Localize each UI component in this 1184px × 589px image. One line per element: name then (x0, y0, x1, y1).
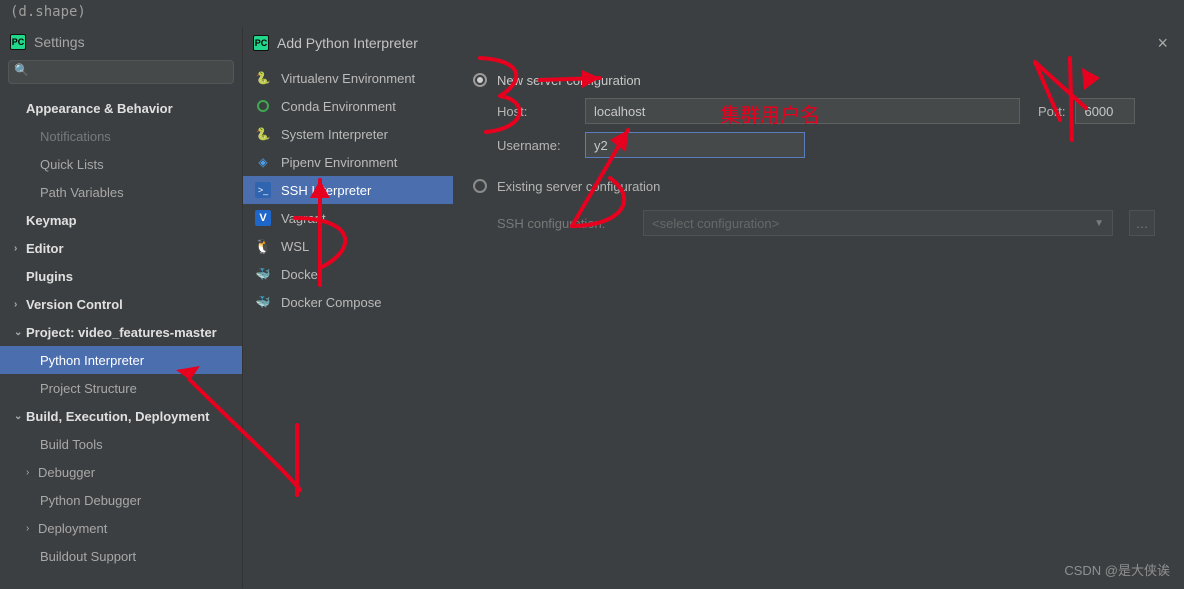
tree-notifications[interactable]: Notifications (0, 122, 242, 150)
tree-version-control[interactable]: ›Version Control (0, 290, 242, 318)
search-icon: 🔍 (14, 63, 29, 77)
pycharm-icon: PC (10, 34, 26, 50)
vagrant-icon: V (255, 210, 271, 226)
tree-path-variables[interactable]: Path Variables (0, 178, 242, 206)
radio-existing-server[interactable] (473, 179, 487, 193)
port-label: Port: (1038, 104, 1065, 119)
pycharm-icon: PC (253, 35, 269, 51)
editor-hint: (d.shape) (0, 0, 1184, 28)
interp-vagrant[interactable]: VVagrant (243, 204, 453, 232)
close-button[interactable]: × (1151, 33, 1174, 54)
ssh-config-select[interactable]: <select configuration> ▼ (643, 210, 1113, 236)
tree-build-tools[interactable]: Build Tools (0, 430, 242, 458)
ssh-interpreter-form: New server configuration Host: Port: Use… (453, 58, 1184, 588)
interp-docker[interactable]: 🐳Docker (243, 260, 453, 288)
host-label: Host: (497, 104, 575, 119)
tree-keymap[interactable]: Keymap (0, 206, 242, 234)
new-server-label: New server configuration (497, 73, 641, 88)
python-icon: 🐍 (255, 70, 271, 86)
username-input[interactable] (585, 132, 805, 158)
tree-buildout-support[interactable]: Buildout Support (0, 542, 242, 570)
interp-system[interactable]: 🐍System Interpreter (243, 120, 453, 148)
username-label: Username: (497, 138, 575, 153)
conda-icon (255, 98, 271, 114)
chevron-down-icon: ▼ (1094, 218, 1104, 229)
python-icon: 🐍 (255, 126, 271, 142)
docker-icon: 🐳 (255, 266, 271, 282)
tree-plugins[interactable]: Plugins (0, 262, 242, 290)
interp-conda[interactable]: Conda Environment (243, 92, 453, 120)
tree-quick-lists[interactable]: Quick Lists (0, 150, 242, 178)
interp-ssh[interactable]: >_SSH Interpreter (243, 176, 453, 204)
ssh-icon: >_ (255, 182, 271, 198)
watermark: CSDN @是大侠诶 (1064, 560, 1170, 579)
tree-build[interactable]: ⌄Build, Execution, Deployment (0, 402, 242, 430)
ssh-config-value: <select configuration> (652, 216, 779, 231)
interp-docker-compose[interactable]: 🐳Docker Compose (243, 288, 453, 316)
tree-project-structure[interactable]: Project Structure (0, 374, 242, 402)
new-server-radio-row[interactable]: New server configuration (473, 66, 1164, 94)
host-input[interactable] (585, 98, 1020, 124)
existing-server-radio-row[interactable]: Existing server configuration (473, 172, 1164, 200)
tree-deployment[interactable]: ›Deployment (0, 514, 242, 542)
interp-virtualenv[interactable]: 🐍Virtualenv Environment (243, 64, 453, 92)
settings-header: PC Settings (0, 28, 242, 60)
existing-server-label: Existing server configuration (497, 179, 660, 194)
linux-icon: 🐧 (255, 238, 271, 254)
dialog-titlebar: PC Add Python Interpreter × (243, 28, 1184, 58)
tree-debugger[interactable]: ›Debugger (0, 458, 242, 486)
ssh-config-browse-button[interactable]: … (1129, 210, 1155, 236)
pipenv-icon: ◈ (255, 154, 271, 170)
radio-new-server[interactable] (473, 73, 487, 87)
tree-editor[interactable]: ›Editor (0, 234, 242, 262)
add-interpreter-dialog: PC Add Python Interpreter × 🐍Virtualenv … (243, 28, 1184, 588)
settings-search-input[interactable] (8, 60, 234, 84)
settings-panel: PC Settings 🔍 Appearance & Behavior Noti… (0, 28, 243, 588)
interpreter-type-list: 🐍Virtualenv Environment Conda Environmen… (243, 58, 453, 588)
port-input[interactable] (1075, 98, 1135, 124)
tree-project[interactable]: ⌄Project: video_features-master (0, 318, 242, 346)
settings-tree: Appearance & Behavior Notifications Quic… (0, 90, 242, 588)
ssh-config-label: SSH configuration: (497, 216, 633, 231)
settings-title: Settings (34, 34, 85, 50)
interp-pipenv[interactable]: ◈Pipenv Environment (243, 148, 453, 176)
tree-appearance-behavior[interactable]: Appearance & Behavior (0, 94, 242, 122)
docker-compose-icon: 🐳 (255, 294, 271, 310)
interp-wsl[interactable]: 🐧WSL (243, 232, 453, 260)
tree-python-debugger[interactable]: Python Debugger (0, 486, 242, 514)
dialog-title: Add Python Interpreter (277, 35, 418, 51)
tree-python-interpreter[interactable]: Python Interpreter (0, 346, 242, 374)
